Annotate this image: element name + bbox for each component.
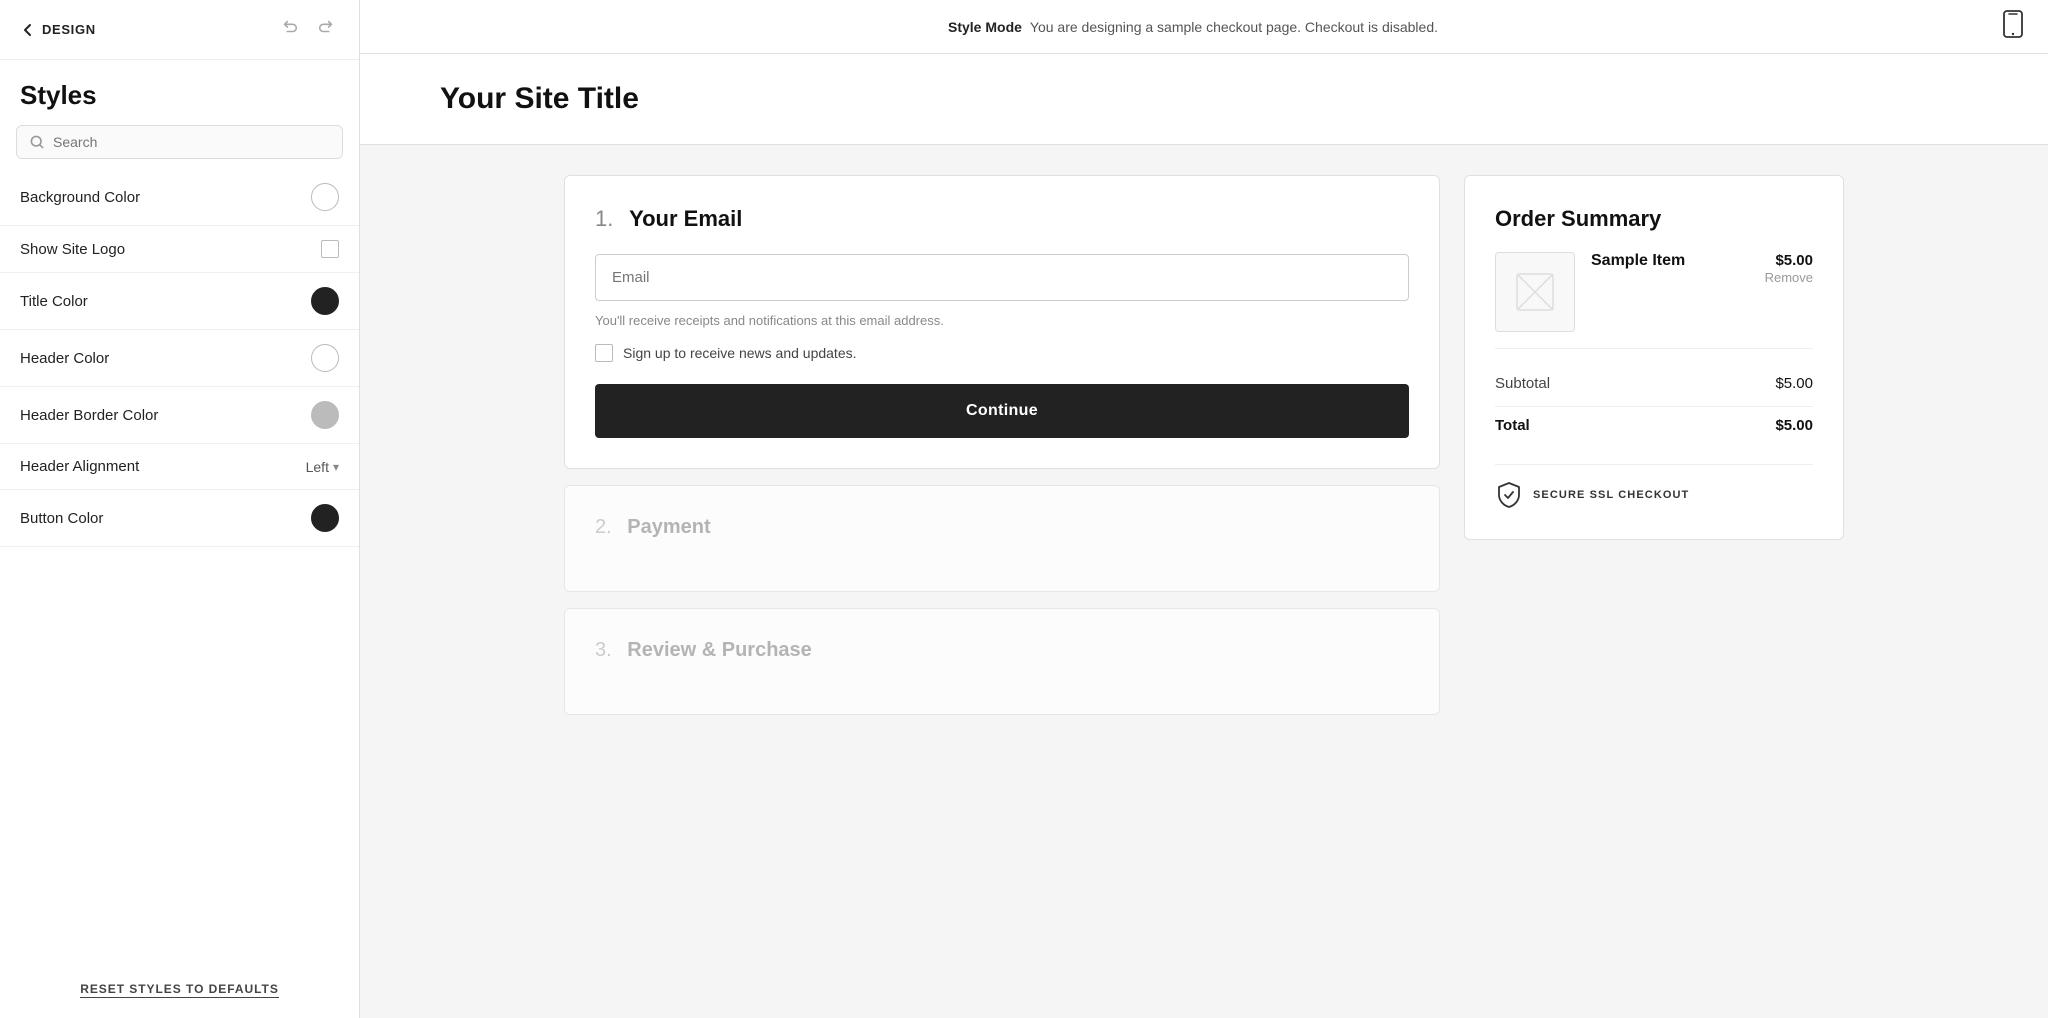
continue-button[interactable]: Continue xyxy=(595,384,1409,438)
style-mode-info: Style Mode You are designing a sample ch… xyxy=(384,19,2002,35)
redo-button[interactable] xyxy=(313,16,339,43)
ssl-label: SECURE SSL CHECKOUT xyxy=(1533,489,1689,501)
item-price: $5.00 xyxy=(1775,252,1813,269)
style-item-header-color[interactable]: Header Color xyxy=(0,330,359,387)
header-alignment-label: Header Alignment xyxy=(20,458,139,475)
reset-styles-button[interactable]: RESET STYLES TO DEFAULTS xyxy=(20,956,339,998)
signup-checkbox[interactable] xyxy=(595,344,613,362)
step-email-title: 1. Your Email xyxy=(595,206,1409,232)
signup-label: Sign up to receive news and updates. xyxy=(623,345,857,361)
button-color-label: Button Color xyxy=(20,510,103,527)
step1-title-text: Your Email xyxy=(629,206,742,231)
style-mode-label: Style Mode xyxy=(948,19,1022,35)
chevron-down-icon: ▾ xyxy=(333,460,339,474)
show-site-logo-checkbox[interactable] xyxy=(321,240,339,258)
total-row: Total $5.00 xyxy=(1495,406,1813,444)
total-label: Total xyxy=(1495,417,1530,434)
redo-icon xyxy=(317,18,335,36)
undo-button[interactable] xyxy=(277,16,303,43)
checkout-content: 1. Your Email You'll receive receipts an… xyxy=(504,145,1904,745)
order-summary-title: Order Summary xyxy=(1495,206,1813,232)
top-bar: Style Mode You are designing a sample ch… xyxy=(360,0,2048,54)
total-value: $5.00 xyxy=(1775,417,1813,434)
order-summary-panel: Order Summary Sample Item $5.00 xyxy=(1464,175,1844,715)
item-thumbnail xyxy=(1495,252,1575,332)
background-color-swatch[interactable] xyxy=(311,183,339,211)
search-input[interactable] xyxy=(53,134,330,150)
site-title: Your Site Title xyxy=(440,82,1968,116)
style-item-header-border-color[interactable]: Header Border Color xyxy=(0,387,359,444)
back-label: DESIGN xyxy=(42,22,96,37)
step-review-section: 3. Review & Purchase xyxy=(564,608,1440,715)
button-color-swatch[interactable] xyxy=(311,504,339,532)
item-price-row: Sample Item $5.00 xyxy=(1591,252,1813,270)
style-item-button-color[interactable]: Button Color xyxy=(0,490,359,547)
search-icon xyxy=(29,134,45,150)
step2-number: 2. xyxy=(595,516,612,538)
undo-redo-group xyxy=(277,16,339,43)
ssl-row: SECURE SSL CHECKOUT xyxy=(1495,464,1813,509)
main-area: Style Mode You are designing a sample ch… xyxy=(360,0,2048,1018)
item-placeholder-icon xyxy=(1515,272,1555,312)
subtotal-label: Subtotal xyxy=(1495,375,1550,392)
back-arrow-icon xyxy=(20,22,36,38)
style-item-title-color[interactable]: Title Color xyxy=(0,273,359,330)
remove-item-button[interactable]: Remove xyxy=(1591,270,1813,285)
step-review-title: 3. Review & Purchase xyxy=(595,639,1409,662)
signup-row: Sign up to receive news and updates. xyxy=(595,344,1409,362)
styles-title: Styles xyxy=(0,60,359,125)
order-card: Order Summary Sample Item $5.00 xyxy=(1464,175,1844,540)
subtotal-row: Subtotal $5.00 xyxy=(1495,365,1813,402)
order-item-row: Sample Item $5.00 Remove xyxy=(1495,252,1813,349)
style-mode-desc: You are designing a sample checkout page… xyxy=(1030,19,1438,35)
step2-title-text: Payment xyxy=(627,516,710,538)
title-color-label: Title Color xyxy=(20,293,88,310)
header-alignment-dropdown[interactable]: Left ▾ xyxy=(306,459,339,475)
show-site-logo-label: Show Site Logo xyxy=(20,241,125,258)
style-item-show-site-logo[interactable]: Show Site Logo xyxy=(0,226,359,273)
mobile-preview-button[interactable] xyxy=(2002,10,2024,44)
undo-icon xyxy=(281,18,299,36)
step-payment-section: 2. Payment xyxy=(564,485,1440,592)
header-color-swatch[interactable] xyxy=(311,344,339,372)
step1-number: 1. xyxy=(595,206,613,231)
style-item-background-color[interactable]: Background Color xyxy=(0,169,359,226)
header-border-color-label: Header Border Color xyxy=(20,407,158,424)
item-name: Sample Item xyxy=(1591,252,1685,270)
style-items-list: Background Color Show Site Logo Title Co… xyxy=(0,169,359,547)
reset-styles-label: RESET STYLES TO DEFAULTS xyxy=(80,982,279,998)
header-alignment-value: Left xyxy=(306,459,329,475)
back-button[interactable]: DESIGN xyxy=(20,22,96,38)
step3-title-text: Review & Purchase xyxy=(627,639,812,661)
email-input[interactable] xyxy=(595,254,1409,301)
step-email-section: 1. Your Email You'll receive receipts an… xyxy=(564,175,1440,469)
sidebar-header: DESIGN xyxy=(0,0,359,60)
background-color-label: Background Color xyxy=(20,189,140,206)
site-header: Your Site Title xyxy=(360,54,2048,145)
subtotal-value: $5.00 xyxy=(1775,375,1813,392)
search-box[interactable] xyxy=(16,125,343,159)
step3-number: 3. xyxy=(595,639,612,661)
title-color-swatch[interactable] xyxy=(311,287,339,315)
sidebar: DESIGN Styles xyxy=(0,0,360,1018)
step-payment-title: 2. Payment xyxy=(595,516,1409,539)
header-border-color-swatch[interactable] xyxy=(311,401,339,429)
item-info: Sample Item $5.00 Remove xyxy=(1591,252,1813,285)
style-item-header-alignment[interactable]: Header Alignment Left ▾ xyxy=(0,444,359,490)
checkout-steps: 1. Your Email You'll receive receipts an… xyxy=(564,175,1440,715)
email-hint: You'll receive receipts and notification… xyxy=(595,313,1409,328)
header-color-label: Header Color xyxy=(20,350,109,367)
ssl-shield-icon xyxy=(1495,481,1523,509)
mobile-icon xyxy=(2002,10,2024,38)
